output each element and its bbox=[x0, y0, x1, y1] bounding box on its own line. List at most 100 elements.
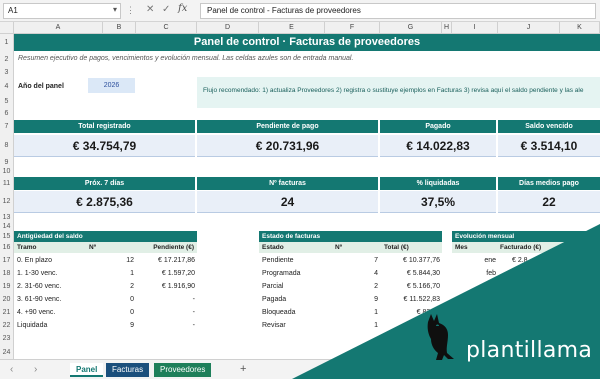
aging-cell[interactable]: 2 bbox=[103, 281, 134, 293]
chevron-right-icon[interactable]: › bbox=[34, 364, 37, 375]
status-header-state[interactable]: Estado bbox=[262, 242, 284, 253]
aging-cell[interactable]: 1. 1-30 venc. bbox=[17, 268, 57, 280]
aging-cell[interactable]: € 1.916,90 bbox=[136, 281, 195, 293]
confirm-icon[interactable]: ✓ bbox=[162, 4, 170, 15]
add-sheet-button[interactable]: + bbox=[240, 363, 246, 375]
year-label[interactable]: Año del panel bbox=[18, 83, 64, 90]
aging-table-title[interactable]: Antigüedad del saldo bbox=[14, 231, 197, 242]
status-cell[interactable]: € 10.377,76 bbox=[380, 255, 440, 267]
row-header[interactable]: 15 bbox=[0, 231, 14, 242]
status-header-total[interactable]: Total (€) bbox=[384, 242, 409, 253]
kpi-label-paid[interactable]: Pagado bbox=[380, 120, 496, 133]
row-header[interactable]: 1 bbox=[0, 34, 14, 51]
row-header[interactable]: 17 bbox=[0, 254, 14, 267]
sheet-tab-facturas[interactable]: Facturas bbox=[106, 363, 150, 377]
aging-cell[interactable]: - bbox=[136, 294, 195, 306]
status-cell[interactable]: Bloqueada bbox=[262, 307, 295, 319]
row-header[interactable]: 9 bbox=[0, 158, 14, 168]
kpi-value-days[interactable]: 22 bbox=[498, 191, 600, 213]
status-cell[interactable]: Revisar bbox=[262, 320, 286, 332]
kpi-value-settled[interactable]: 37,5% bbox=[380, 191, 496, 213]
status-cell[interactable]: 2 bbox=[325, 281, 378, 293]
aging-cell[interactable]: € 1.597,20 bbox=[136, 268, 195, 280]
aging-cell[interactable]: € 17.217,86 bbox=[136, 255, 195, 267]
year-input-cell[interactable]: 2026 bbox=[88, 78, 135, 93]
chevron-down-icon[interactable]: ▾ bbox=[113, 5, 117, 14]
row-header[interactable]: 20 bbox=[0, 293, 14, 306]
aging-cell[interactable]: 1 bbox=[103, 268, 134, 280]
aging-cell[interactable]: - bbox=[136, 307, 195, 319]
aging-cell[interactable]: - bbox=[136, 320, 195, 332]
row-header[interactable]: 3 bbox=[0, 69, 14, 77]
status-cell[interactable]: Programada bbox=[262, 268, 301, 280]
column-header-i[interactable]: I bbox=[452, 22, 498, 34]
kpi-value-invoices[interactable]: 24 bbox=[197, 191, 378, 213]
row-header[interactable]: 4 bbox=[0, 77, 14, 96]
column-header-e[interactable]: E bbox=[259, 22, 325, 34]
aging-cell[interactable]: 9 bbox=[103, 320, 134, 332]
aging-cell[interactable]: 3. 61-90 venc. bbox=[17, 294, 61, 306]
status-cell[interactable]: 1 bbox=[325, 307, 378, 319]
aging-cell[interactable]: Liquidada bbox=[17, 320, 47, 332]
row-header[interactable]: 19 bbox=[0, 280, 14, 293]
status-cell[interactable]: € 5.166,70 bbox=[380, 281, 440, 293]
status-cell[interactable]: 4 bbox=[325, 268, 378, 280]
aging-header-tramo[interactable]: Tramo bbox=[17, 242, 37, 253]
row-header[interactable]: 11 bbox=[0, 176, 14, 191]
function-icon[interactable]: fx bbox=[178, 3, 187, 14]
status-cell[interactable]: Parcial bbox=[262, 281, 283, 293]
kpi-label-invoices[interactable]: Nº facturas bbox=[197, 177, 378, 190]
more-icon[interactable]: ⋮ bbox=[126, 5, 136, 16]
column-header-a[interactable]: A bbox=[14, 22, 103, 34]
column-header-f[interactable]: F bbox=[325, 22, 380, 34]
column-header-b[interactable]: B bbox=[103, 22, 136, 34]
monthly-header-invoiced[interactable]: Facturado (€) bbox=[500, 242, 541, 253]
status-cell[interactable]: € 826,8 bbox=[380, 307, 440, 319]
aging-header-count[interactable]: Nº bbox=[89, 242, 96, 253]
kpi-label-days[interactable]: Días medios pago bbox=[498, 177, 600, 190]
row-header[interactable]: 21 bbox=[0, 306, 14, 319]
status-cell[interactable]: Pagada bbox=[262, 294, 286, 306]
column-header-g[interactable]: G bbox=[380, 22, 442, 34]
kpi-value-next7[interactable]: € 2.875,36 bbox=[14, 191, 195, 213]
row-header[interactable]: 16 bbox=[0, 242, 14, 254]
kpi-value-overdue[interactable]: € 3.514,10 bbox=[498, 135, 600, 157]
aging-header-pending[interactable]: Pendiente (€) bbox=[153, 242, 194, 253]
name-box[interactable]: A1 ▾ bbox=[3, 3, 121, 19]
row-header[interactable]: 7 bbox=[0, 119, 14, 134]
row-header[interactable]: 13 bbox=[0, 213, 14, 223]
monthly-cell[interactable]: € 2.8 bbox=[512, 255, 528, 267]
kpi-label-next7[interactable]: Próx. 7 días bbox=[14, 177, 195, 190]
kpi-value-total[interactable]: € 34.754,79 bbox=[14, 135, 195, 157]
kpi-value-pending[interactable]: € 20.731,96 bbox=[197, 135, 378, 157]
status-cell[interactable]: 9 bbox=[325, 294, 378, 306]
status-header-count[interactable]: Nº bbox=[335, 242, 342, 253]
flow-note[interactable]: Flujo recomendado: 1) actualiza Proveedo… bbox=[197, 77, 600, 108]
column-header-j[interactable]: J bbox=[498, 22, 560, 34]
dashboard-subtitle[interactable]: Resumen ejecutivo de pagos, vencimientos… bbox=[18, 55, 353, 62]
row-header[interactable]: 2 bbox=[0, 51, 14, 69]
formula-input[interactable]: Panel de control - Facturas de proveedor… bbox=[200, 3, 596, 19]
status-cell[interactable]: 1 bbox=[325, 320, 378, 332]
aging-cell[interactable]: 0. En plazo bbox=[17, 255, 52, 267]
kpi-label-total[interactable]: Total registrado bbox=[14, 120, 195, 133]
status-cell[interactable] bbox=[380, 320, 440, 332]
aging-cell[interactable]: 0 bbox=[103, 307, 134, 319]
column-header-c[interactable]: C bbox=[136, 22, 197, 34]
monthly-cell[interactable]: ene bbox=[452, 255, 496, 267]
cancel-icon[interactable]: ✕ bbox=[146, 4, 154, 15]
dashboard-title[interactable]: Panel de control · Facturas de proveedor… bbox=[14, 34, 600, 51]
kpi-label-settled[interactable]: % liquidadas bbox=[380, 177, 496, 190]
sheet-tab-panel[interactable]: Panel bbox=[70, 363, 104, 377]
kpi-label-pending[interactable]: Pendiente de pago bbox=[197, 120, 378, 133]
select-all-corner[interactable] bbox=[0, 22, 14, 34]
monthly-table-title[interactable]: Evolución mensual bbox=[452, 231, 600, 242]
status-cell[interactable]: € 5.844,30 bbox=[380, 268, 440, 280]
monthly-header-month[interactable]: Mes bbox=[455, 242, 468, 253]
aging-cell[interactable]: 12 bbox=[103, 255, 134, 267]
status-cell[interactable]: Pendiente bbox=[262, 255, 294, 267]
row-header[interactable]: 5 bbox=[0, 96, 14, 108]
column-header-d[interactable]: D bbox=[197, 22, 259, 34]
aging-cell[interactable]: 0 bbox=[103, 294, 134, 306]
row-header[interactable]: 18 bbox=[0, 267, 14, 280]
